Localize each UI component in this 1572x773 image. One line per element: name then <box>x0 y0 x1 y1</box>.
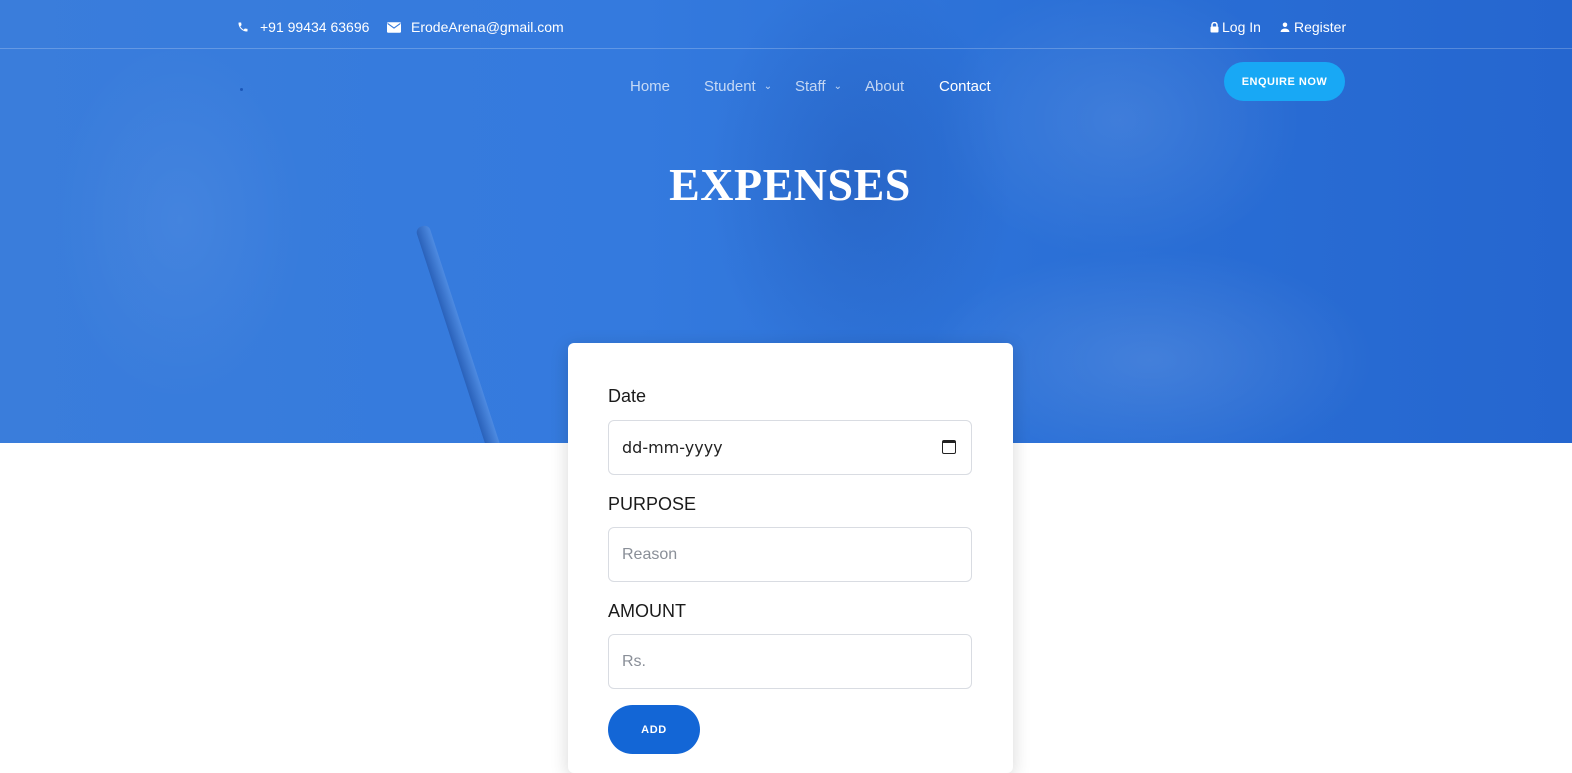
nav-student-label: Student <box>704 77 756 95</box>
chevron-down-icon: ⌄ <box>833 80 842 92</box>
top-bar: +91 99434 63696 ErodeArena@gmail.com Log… <box>0 0 1572 49</box>
enquire-now-button[interactable]: ENQUIRE NOW <box>1224 62 1345 101</box>
nav-contact-label: Contact <box>939 77 991 95</box>
date-label: Date <box>608 386 647 406</box>
lock-icon <box>1209 20 1219 34</box>
purpose-label: PURPOSE <box>608 494 697 514</box>
chevron-down-icon: ⌄ <box>763 80 773 92</box>
expense-form-card: Date dd-mm-yyyy PURPOSE Reason AMOUNT Rs… <box>568 343 1013 773</box>
phone-contact[interactable]: +91 99434 63696 <box>236 18 369 36</box>
purpose-placeholder: Reason <box>622 545 678 563</box>
email-address: ErodeArena@gmail.com <box>411 19 564 35</box>
date-input-value: dd-mm-yyyy <box>622 438 723 457</box>
amount-input[interactable]: Rs. <box>608 634 972 689</box>
envelope-icon <box>387 20 401 34</box>
login-label: Log In <box>1222 19 1261 35</box>
calendar-icon[interactable] <box>942 440 956 454</box>
amount-label: AMOUNT <box>608 601 686 621</box>
logo-placeholder[interactable] <box>240 88 243 91</box>
phone-icon <box>236 20 250 34</box>
nav-student[interactable]: Student ⌄ <box>704 74 772 98</box>
nav-staff[interactable]: Staff ⌄ <box>795 74 842 98</box>
page-title: EXPENSES <box>669 159 911 210</box>
nav-about-label: About <box>865 77 905 95</box>
phone-number: +91 99434 63696 <box>260 19 370 35</box>
user-icon <box>1280 20 1290 34</box>
email-contact[interactable]: ErodeArena@gmail.com <box>387 18 564 36</box>
login-link[interactable]: Log In <box>1209 18 1261 36</box>
date-input[interactable]: dd-mm-yyyy <box>608 420 972 475</box>
nav-about[interactable]: About <box>865 74 904 98</box>
nav-home-label: Home <box>630 77 671 95</box>
nav-contact[interactable]: Contact <box>939 74 991 98</box>
register-link[interactable]: Register <box>1280 18 1346 36</box>
register-label: Register <box>1294 19 1347 35</box>
nav-home[interactable]: Home <box>630 74 670 98</box>
purpose-input[interactable]: Reason <box>608 527 972 582</box>
amount-placeholder: Rs. <box>622 652 646 670</box>
add-button[interactable]: ADD <box>608 705 700 754</box>
background-pencil-image <box>415 224 509 443</box>
nav-staff-label: Staff <box>795 77 826 95</box>
